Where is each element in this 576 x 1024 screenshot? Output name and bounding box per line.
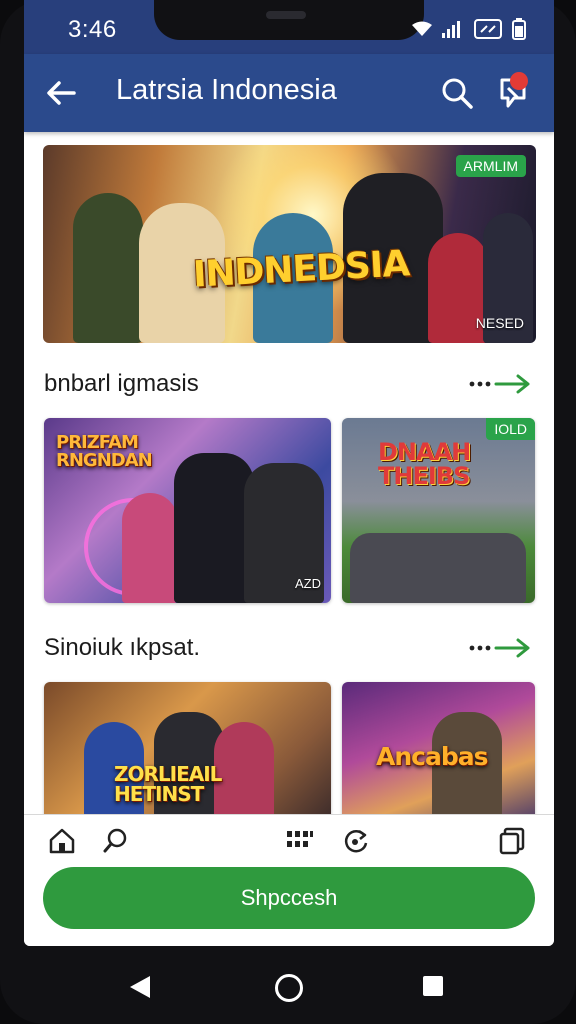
hero-banner[interactable]: INDNEDSIA ARMLIM NESED	[43, 145, 536, 343]
battery-icon	[512, 18, 526, 40]
copy-icon[interactable]	[498, 827, 526, 855]
refresh-icon[interactable]	[342, 827, 370, 855]
card-game-title: PRIZFAM RNGNDAN	[56, 432, 153, 471]
card-crowd	[350, 533, 526, 603]
status-time: 3:46	[68, 16, 117, 43]
speaker-grille	[266, 11, 306, 19]
system-home-icon[interactable]	[275, 974, 303, 1002]
system-recents-icon[interactable]	[423, 976, 443, 996]
card-character	[122, 493, 178, 603]
search-icon[interactable]	[102, 827, 130, 855]
hero-label: NESED	[475, 315, 524, 331]
app-screen: 3:46 Latrsia Indonesia INDNEDSIA ARMLIM …	[24, 0, 554, 946]
game-card[interactable]: PRIZFAM RNGNDAN AZD	[44, 418, 331, 603]
card-character	[174, 453, 254, 603]
system-back-icon[interactable]	[128, 974, 152, 1000]
page-title: Latrsia Indonesia	[116, 74, 337, 106]
camera-notch	[154, 0, 424, 40]
hero-character	[73, 193, 143, 343]
grid-icon[interactable]	[286, 827, 314, 855]
status-icons	[412, 18, 526, 40]
back-arrow-icon[interactable]	[44, 76, 78, 110]
game-card[interactable]: Ancabas	[342, 682, 535, 822]
wifi-icon	[412, 21, 432, 36]
app-bar: Latrsia Indonesia	[24, 54, 554, 132]
primary-action-button[interactable]: Shpccesh	[43, 867, 535, 929]
card-game-title: ZORLIEAIL HETINST	[114, 762, 222, 806]
data-icon	[474, 19, 502, 39]
hero-badge: ARMLIM	[455, 155, 526, 177]
section-title: bnbarl igmasis	[44, 370, 199, 397]
card-badge: IOLD	[486, 418, 535, 440]
bottom-navigation: Shpccesh	[24, 814, 554, 946]
card-game-title: Ancabas	[376, 742, 488, 771]
see-more-arrow-icon[interactable]	[468, 372, 532, 396]
card-tag: AZD	[295, 576, 321, 591]
card-game-title: DNAAH THEIBS	[378, 438, 471, 490]
game-card[interactable]: DNAAH THEIBS IOLD	[342, 418, 535, 603]
signal-icon	[442, 21, 460, 38]
search-icon[interactable]	[440, 76, 474, 110]
notification-badge	[510, 72, 528, 90]
home-icon[interactable]	[48, 827, 76, 855]
see-more-arrow-icon[interactable]	[468, 636, 532, 660]
section-title: Sinoiuk ıkpsat.	[44, 634, 201, 661]
game-card[interactable]: ZORLIEAIL HETINST	[44, 682, 331, 822]
status-bar: 3:46	[24, 0, 554, 54]
